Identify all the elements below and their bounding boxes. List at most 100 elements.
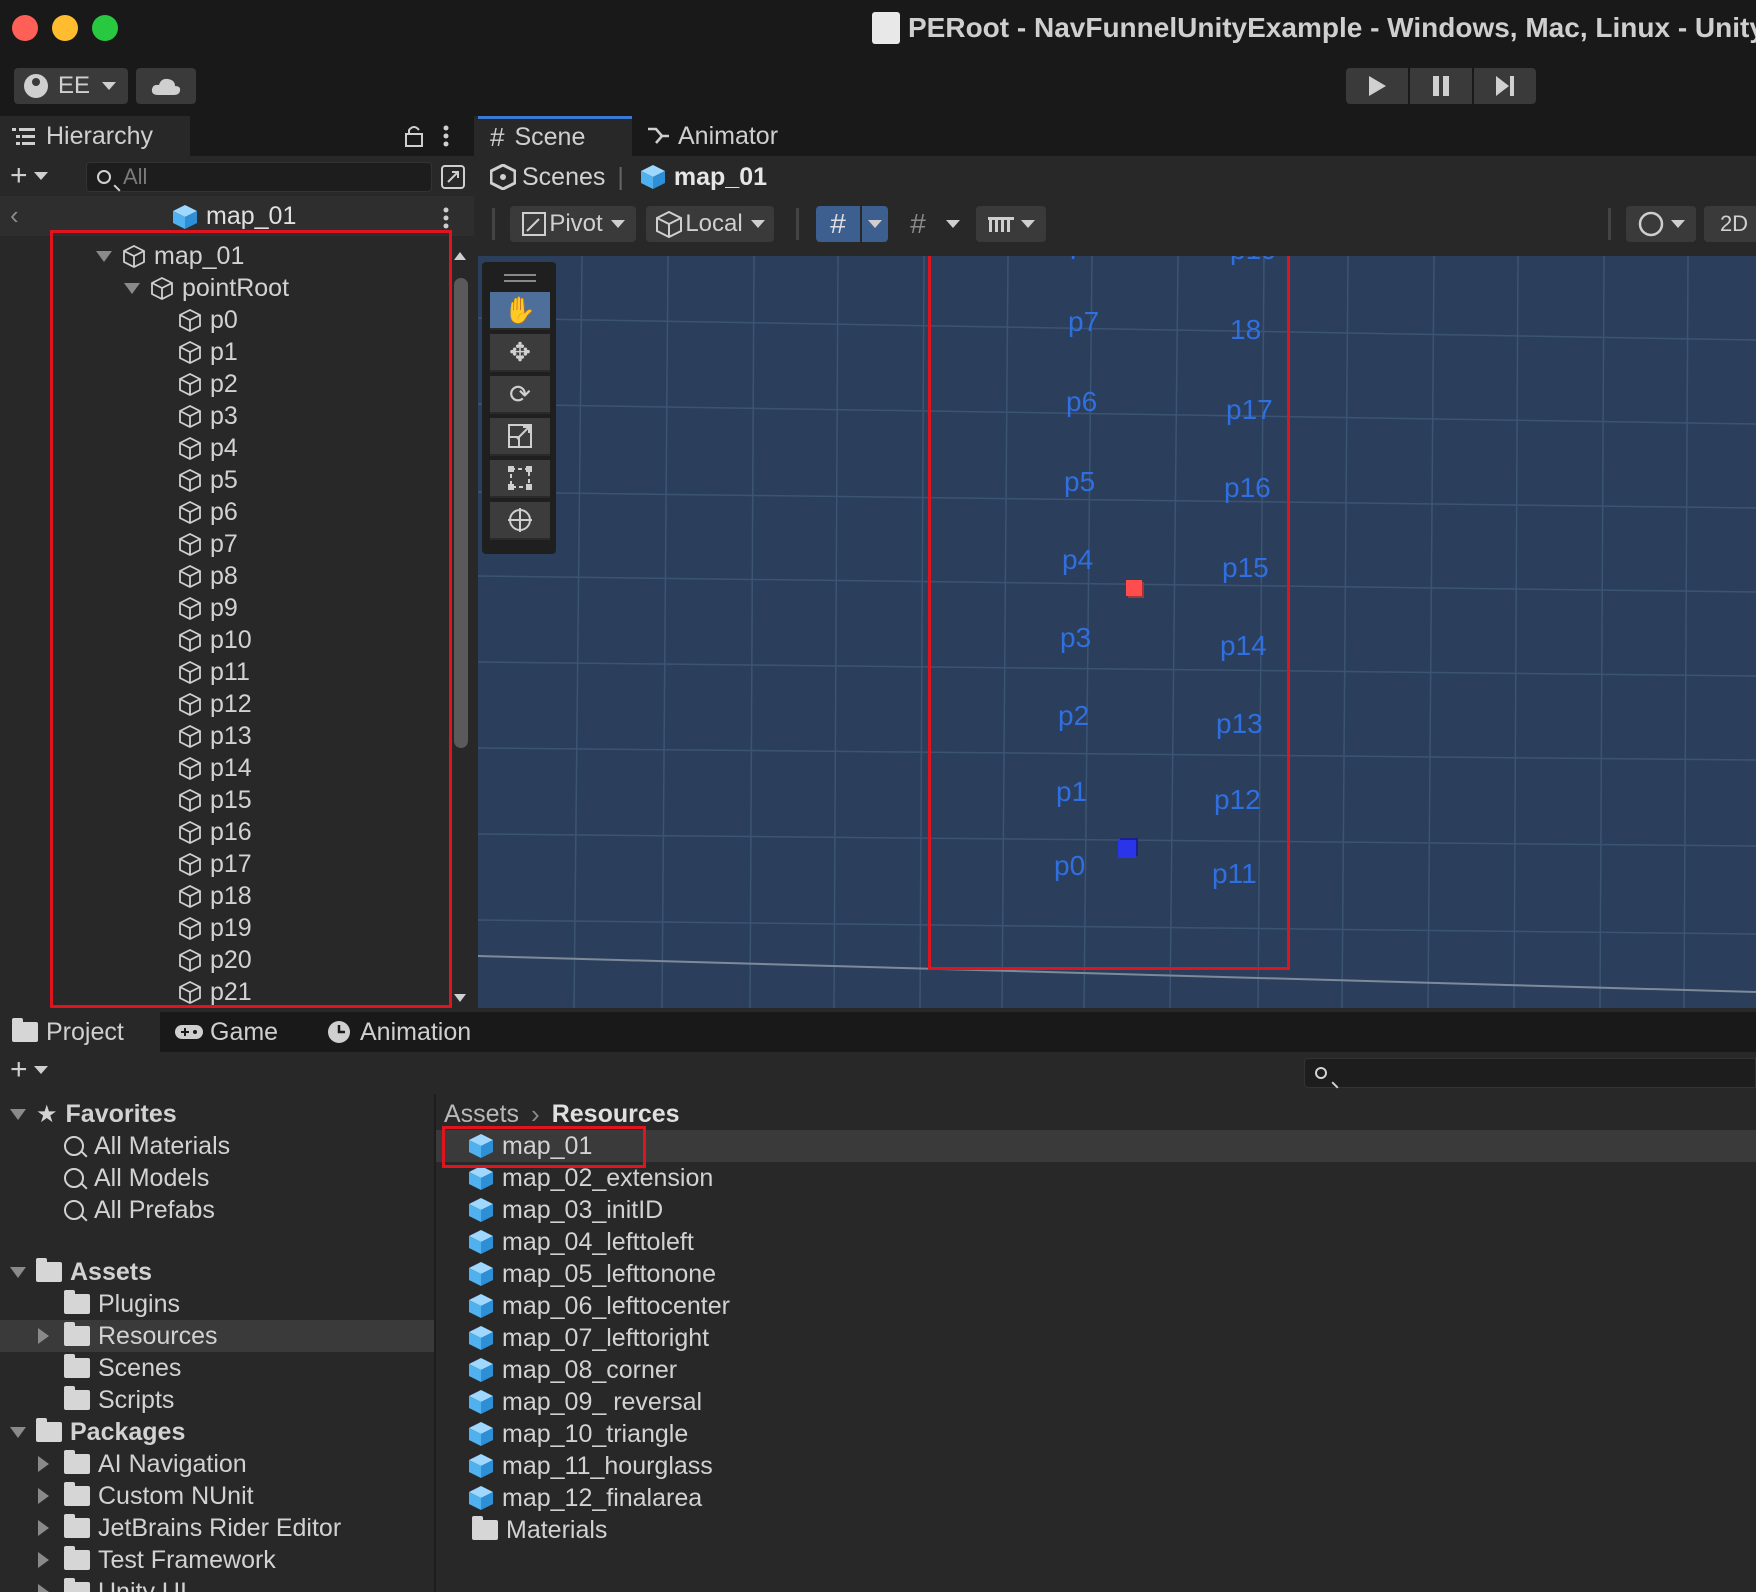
tab-animator[interactable]: Animator	[634, 116, 804, 156]
close-window-button[interactable]	[12, 15, 38, 41]
scrollbar-thumb[interactable]	[454, 278, 468, 748]
expand-arrow-icon[interactable]	[10, 1108, 26, 1120]
asset-file[interactable]: map_07_lefttoright	[436, 1322, 1756, 1354]
expand-arrow-icon[interactable]	[10, 1266, 26, 1278]
grid-visibility-button[interactable]: #	[896, 206, 940, 242]
play-button[interactable]	[1346, 68, 1408, 104]
step-button[interactable]	[1474, 68, 1536, 104]
favorite-item[interactable]: All Models	[0, 1162, 434, 1194]
package-folder[interactable]: Unity UI	[0, 1576, 434, 1592]
tab-scene[interactable]: # Scene	[478, 116, 632, 156]
package-folder-label: Custom NUnit	[98, 1481, 254, 1510]
grid-visibility-dropdown[interactable]	[940, 206, 966, 242]
maximize-window-button[interactable]	[92, 15, 118, 41]
package-folder[interactable]: Custom NUnit	[0, 1480, 434, 1512]
expand-arrow-icon[interactable]	[38, 1328, 49, 1344]
rect-tool-button[interactable]	[490, 460, 550, 498]
favorite-item[interactable]: All Materials	[0, 1130, 434, 1162]
asset-file-label: map_07_lefttoright	[502, 1323, 710, 1352]
lock-icon[interactable]	[404, 124, 424, 148]
favorites-section[interactable]: ★ Favorites	[0, 1098, 434, 1130]
grid-snap-dropdown[interactable]	[862, 206, 888, 242]
hand-icon: ✋	[503, 294, 537, 325]
scale-tool-button[interactable]	[490, 418, 550, 456]
tab-animation[interactable]: Animation	[314, 1012, 494, 1052]
expand-arrow-icon[interactable]	[38, 1488, 49, 1504]
asset-folder-materials[interactable]: Materials	[436, 1514, 607, 1546]
unity-document-icon	[872, 12, 900, 44]
folder-open-icon	[36, 1258, 62, 1282]
grid-snap-button[interactable]: #	[816, 206, 860, 242]
list-icon	[12, 128, 35, 145]
create-button[interactable]: +	[10, 161, 48, 191]
packages-label: Packages	[70, 1417, 186, 1446]
back-chevron-icon[interactable]: ‹	[10, 200, 19, 231]
asset-folder[interactable]: Scenes	[0, 1352, 434, 1384]
shading-sphere-icon	[1638, 211, 1664, 237]
asset-folder-label: Plugins	[98, 1289, 180, 1318]
breadcrumb-current[interactable]: map_01	[674, 163, 767, 192]
more-options-icon[interactable]	[442, 206, 450, 230]
asset-file[interactable]: map_04_lefttoleft	[436, 1226, 1756, 1258]
package-folder[interactable]: JetBrains Rider Editor	[0, 1512, 434, 1544]
asset-file[interactable]: map_11_hourglass	[436, 1450, 1756, 1482]
cloud-button[interactable]	[136, 68, 196, 104]
shading-dropdown[interactable]	[1626, 206, 1696, 242]
tab-hierarchy[interactable]: Hierarchy	[0, 116, 190, 156]
transform-tool-button[interactable]	[490, 502, 550, 540]
asset-file-label: map_03_initID	[502, 1195, 664, 1224]
pivot-dropdown[interactable]: Pivot	[510, 206, 636, 242]
asset-file[interactable]: map_10_triangle	[436, 1418, 1756, 1450]
prefab-cube-icon	[469, 1454, 493, 1478]
asset-folder-label: Scripts	[98, 1385, 175, 1414]
scroll-down-icon[interactable]	[454, 994, 466, 1002]
asset-file[interactable]: map_09_ reversal	[436, 1386, 1756, 1418]
asset-file[interactable]: map_05_lefttonone	[436, 1258, 1756, 1290]
asset-file-label: map_09_ reversal	[502, 1387, 703, 1416]
toggle-2d-button[interactable]: 2D	[1704, 206, 1756, 242]
package-folder[interactable]: AI Navigation	[0, 1448, 434, 1480]
rotate-tool-button[interactable]: ⟳	[490, 376, 550, 414]
breadcrumb-assets[interactable]: Assets	[444, 1100, 519, 1129]
package-folder[interactable]: Test Framework	[0, 1544, 434, 1576]
project-search-input[interactable]	[1304, 1058, 1756, 1088]
account-dropdown[interactable]: EE	[14, 68, 128, 104]
scroll-up-icon[interactable]	[454, 252, 466, 260]
assets-section[interactable]: Assets	[0, 1256, 434, 1288]
pivot-label: Pivot	[549, 210, 603, 237]
packages-section[interactable]: Packages	[0, 1416, 434, 1448]
favorite-item[interactable]: All Prefabs	[0, 1194, 434, 1226]
asset-folder[interactable]: Scripts	[0, 1384, 434, 1416]
folder-icon	[64, 1322, 90, 1346]
breadcrumb-resources[interactable]: Resources	[552, 1100, 680, 1129]
asset-file[interactable]: map_06_lefttocenter	[436, 1290, 1756, 1322]
hierarchy-search-input[interactable]: All	[86, 162, 432, 192]
expand-arrow-icon[interactable]	[38, 1552, 49, 1568]
move-tool-button[interactable]: ✥	[490, 334, 550, 372]
expand-arrow-icon[interactable]	[10, 1426, 26, 1438]
tab-game[interactable]: Game	[162, 1012, 312, 1052]
expand-arrow-icon[interactable]	[38, 1456, 49, 1472]
expand-arrow-icon[interactable]	[38, 1584, 49, 1592]
project-create-button[interactable]: +	[10, 1055, 48, 1085]
asset-file[interactable]: map_08_corner	[436, 1354, 1756, 1386]
hand-tool-button[interactable]: ✋	[490, 292, 550, 330]
package-folder-label: Test Framework	[98, 1545, 276, 1574]
more-options-icon[interactable]	[442, 124, 450, 148]
asset-file[interactable]: map_12_finalarea	[436, 1482, 1756, 1514]
scene-visibility-icon[interactable]	[440, 164, 466, 190]
asset-folder[interactable]: Plugins	[0, 1288, 434, 1320]
hierarchy-scrollbar[interactable]	[452, 252, 468, 1004]
prefab-cube-icon	[469, 1358, 493, 1382]
local-dropdown[interactable]: Local	[646, 206, 774, 242]
expand-arrow-icon[interactable]	[38, 1520, 49, 1536]
breadcrumb-scenes[interactable]: Scenes	[522, 163, 605, 192]
asset-file[interactable]: map_03_initID	[436, 1194, 1756, 1226]
scene-viewport[interactable]: ✋ ✥ ⟳ p8p7p6p5p4p3p2p1p0p1918p17p16p15p1…	[478, 256, 1756, 1008]
pause-button[interactable]	[1410, 68, 1472, 104]
rotate-icon: ⟳	[509, 378, 531, 409]
asset-folder[interactable]: Resources	[0, 1320, 434, 1352]
tab-project[interactable]: Project	[0, 1012, 160, 1052]
minimize-window-button[interactable]	[52, 15, 78, 41]
increment-snap-button[interactable]	[976, 206, 1046, 242]
